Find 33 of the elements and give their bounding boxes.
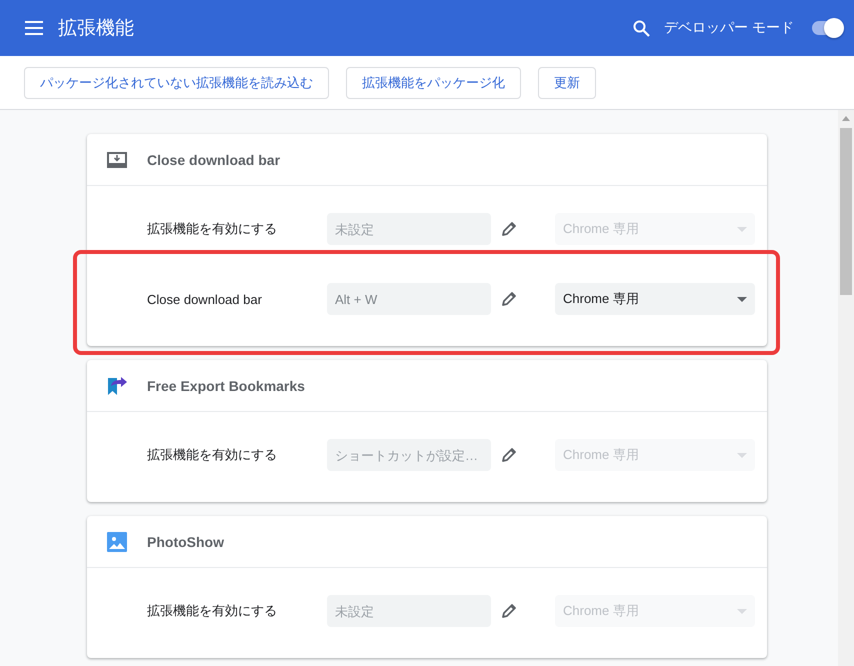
command-label: 拡張機能を有効にする bbox=[147, 446, 278, 464]
caret-icon bbox=[737, 296, 747, 302]
shortcut-field[interactable]: 未設定 bbox=[327, 213, 491, 245]
shortcut-field[interactable]: Alt + W bbox=[327, 283, 491, 315]
toolbar-button[interactable]: 拡張機能をパッケージ化 bbox=[346, 66, 521, 98]
monitor-icon bbox=[107, 152, 127, 168]
scope-dropdown[interactable]: Chrome 専用 bbox=[555, 283, 755, 315]
toolbar-button[interactable]: パッケージ化されていない拡張機能を読み込む bbox=[24, 66, 329, 98]
extension-name: PhotoShow bbox=[147, 534, 224, 550]
scrollbar-thumb[interactable] bbox=[840, 128, 852, 295]
pencil-icon[interactable] bbox=[501, 221, 517, 237]
shortcut-field[interactable]: 未設定 bbox=[327, 595, 491, 627]
shortcut-field[interactable]: ショートカットが設定… bbox=[327, 439, 491, 471]
caret-icon bbox=[737, 226, 747, 232]
caret-icon bbox=[737, 452, 747, 458]
caret-icon bbox=[737, 608, 747, 614]
extension-name: Close download bar bbox=[147, 152, 280, 168]
search-icon[interactable] bbox=[633, 20, 650, 36]
extension-name: Free Export Bookmarks bbox=[147, 378, 305, 394]
command-label: Close download bar bbox=[147, 292, 263, 306]
pencil-icon[interactable] bbox=[501, 603, 517, 619]
developer-mode-toggle[interactable] bbox=[812, 21, 842, 35]
pencil-icon[interactable] bbox=[501, 447, 517, 463]
bookmark-arrow-icon bbox=[107, 376, 127, 396]
image-icon bbox=[107, 532, 127, 552]
scrollbar[interactable] bbox=[838, 110, 854, 666]
developer-mode-label: デベロッパー モード bbox=[664, 19, 794, 37]
command-label: 拡張機能を有効にする bbox=[147, 220, 278, 238]
menu-icon[interactable] bbox=[25, 21, 43, 35]
command-label: 拡張機能を有効にする bbox=[147, 602, 278, 620]
page-title: 拡張機能 bbox=[58, 17, 135, 41]
toolbar-button[interactable]: 更新 bbox=[538, 66, 596, 98]
pencil-icon[interactable] bbox=[501, 291, 517, 307]
